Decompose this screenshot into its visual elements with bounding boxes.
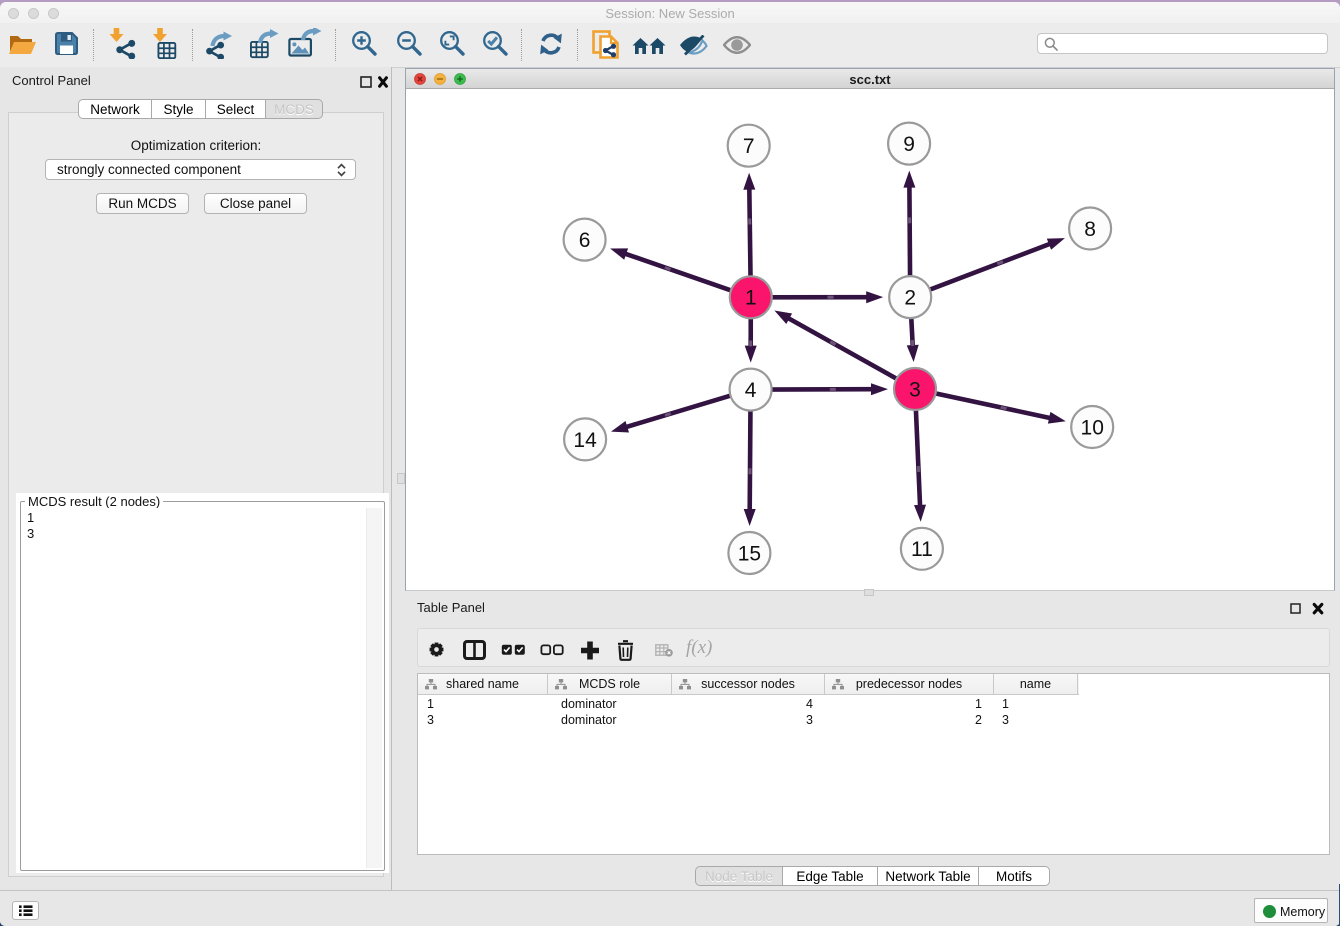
svg-text:15: 15	[738, 542, 761, 565]
svg-text:2: 2	[904, 287, 916, 310]
svg-text:3: 3	[909, 378, 921, 401]
svg-text:4: 4	[745, 379, 757, 402]
svg-text:7: 7	[743, 135, 755, 158]
svg-text:11: 11	[911, 538, 933, 561]
svg-text:10: 10	[1081, 416, 1104, 439]
svg-text:6: 6	[579, 229, 591, 252]
svg-text:14: 14	[573, 429, 597, 452]
svg-text:8: 8	[1084, 218, 1096, 241]
svg-text:9: 9	[903, 133, 915, 156]
svg-text:1: 1	[745, 287, 757, 310]
